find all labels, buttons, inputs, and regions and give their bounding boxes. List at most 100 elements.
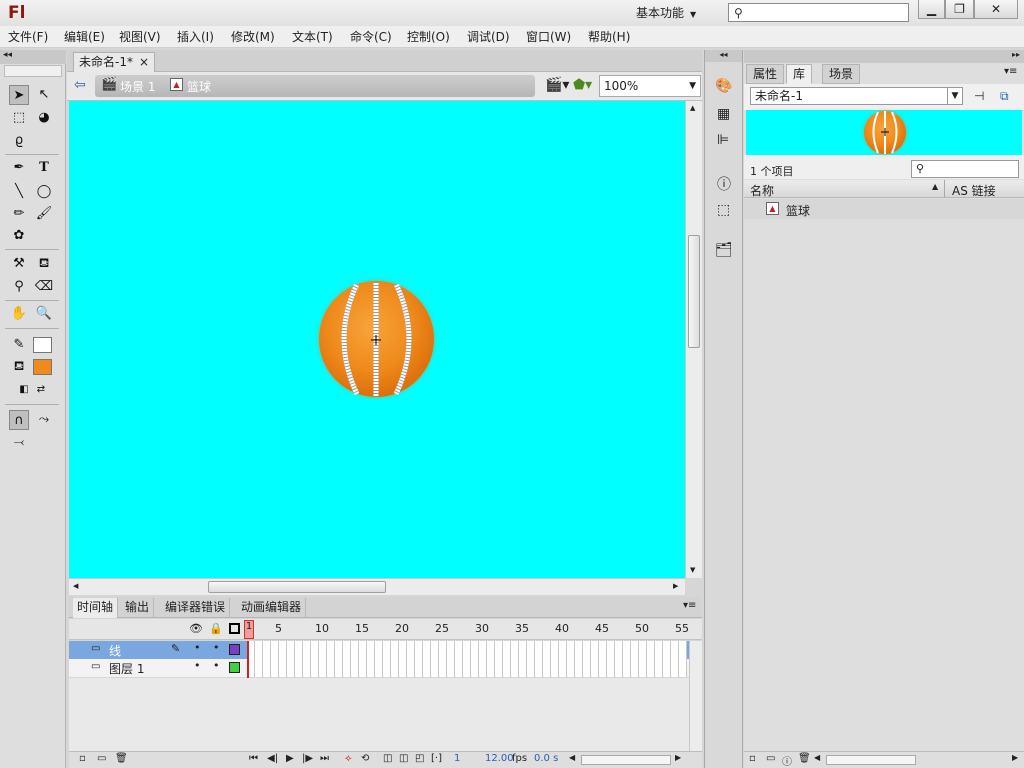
minimize-button[interactable]: ▁ [918,0,945,19]
play-icon[interactable]: ▶ [286,753,294,764]
close-tab-icon[interactable]: × [139,53,149,71]
visible-dot[interactable]: • [194,641,201,654]
document-tab[interactable]: 未命名-1* × [73,52,155,72]
collapse-panel-icon[interactable]: ▸▸ [744,50,1024,63]
layer-name[interactable]: 图层 1 [109,660,144,677]
goto-first-frame-icon[interactable]: ⏮ [249,753,258,764]
oval-tool-icon[interactable]: ◯ [34,182,54,202]
fps-readout[interactable]: 12.00 [485,753,514,764]
visible-dot[interactable]: • [194,659,201,672]
timeline-frames[interactable] [247,641,687,677]
breadcrumb-symbol[interactable]: 篮球 [187,78,211,95]
pen-tool-icon[interactable]: ✒ [9,158,29,178]
menu-window[interactable]: 窗口(W) [526,28,571,45]
scroll-down-icon[interactable]: ▼ [690,566,695,574]
timeline-horizontal-scroll-thumb[interactable] [581,755,671,765]
paint-bucket-tool-icon[interactable]: ⛾ [34,254,54,274]
smooth-icon[interactable]: ⤳ [34,410,54,430]
playhead[interactable]: 1 [244,620,254,639]
new-folder-icon[interactable]: ▭ [766,753,775,764]
tab-scene[interactable]: 场景 [822,64,861,84]
lock-dot[interactable]: • [213,659,220,672]
stage-horizontal-scrollbar[interactable]: ◀ ▶ [69,578,685,595]
center-frame-icon[interactable]: ⟡ [345,753,352,764]
edit-symbols-icon[interactable]: ⬟▾ [573,77,592,93]
workspace-switcher[interactable]: 基本功能 ▼ [636,4,696,21]
new-layer-icon[interactable]: ▫ [79,753,86,764]
menu-file[interactable]: 文件(F) [8,28,48,45]
scroll-left-icon[interactable]: ◀ [814,753,820,762]
panel-menu-icon[interactable]: ▾≡ [683,600,696,611]
collapse-tools-icon[interactable]: ◂◂ [0,50,66,64]
timeline-vertical-scrollbar[interactable] [689,641,702,751]
snap-to-objects-icon[interactable]: ∩ [9,410,29,430]
basketball-lines[interactable] [319,281,434,397]
scroll-up-icon[interactable]: ▲ [690,104,695,112]
stroke-color-swatch[interactable] [33,337,52,353]
deco-tool-icon[interactable]: ✿ [9,226,29,246]
eyedropper-tool-icon[interactable]: ⚲ [9,277,29,297]
loop-icon[interactable]: ⟲ [361,753,369,764]
library-scroll-thumb[interactable] [826,755,916,765]
tab-compiler-errors[interactable]: 编译器错误 [161,598,231,618]
horizontal-scroll-thumb[interactable] [208,581,386,593]
step-back-icon[interactable]: ◀| [267,753,278,764]
sort-icon[interactable]: ▲ [932,182,938,191]
scroll-right-icon[interactable]: ▶ [675,753,681,762]
line-tool-icon[interactable]: ╲ [9,182,29,202]
close-window-button[interactable]: ✕ [974,0,1018,19]
fill-color-swatch[interactable] [33,359,52,375]
tab-library[interactable]: 库 [786,64,813,84]
menu-insert[interactable]: 插入(I) [177,28,214,45]
scroll-left-icon[interactable]: ◀ [569,753,575,762]
stage-canvas[interactable] [69,101,685,579]
scroll-right-icon[interactable]: ▶ [1012,753,1018,762]
back-arrow-icon[interactable]: ⇦ [74,77,86,93]
tab-timeline[interactable]: 时间轴 [73,598,119,618]
library-document-select[interactable]: 未命名-1 ▼ [750,87,963,105]
delete-layer-icon[interactable]: 🗑 [115,753,128,764]
menu-help[interactable]: 帮助(H) [588,28,630,45]
menu-control[interactable]: 控制(O) [407,28,450,45]
menu-modify[interactable]: 修改(M) [231,28,275,45]
subselection-tool-icon[interactable]: ↖ [34,85,54,105]
panel-menu-icon[interactable]: ▾≡ [1004,66,1017,77]
edit-scene-icon[interactable]: 🎬▾ [545,77,569,93]
scroll-left-icon[interactable]: ◀ [73,582,78,590]
tab-motion-editor[interactable]: 动画编辑器 [237,598,307,618]
3d-rotation-tool-icon[interactable]: ◕ [34,108,54,128]
goto-last-frame-icon[interactable]: ⏭ [320,753,329,764]
components-panel-icon[interactable]: 🗂 [715,242,733,258]
bone-tool-icon[interactable]: ⚒ [9,254,29,274]
swatches-panel-icon[interactable]: ▦ [717,106,730,122]
outline-icon[interactable] [229,623,240,634]
restore-button[interactable]: ❐ [945,0,974,19]
text-tool-icon[interactable]: T [34,158,54,178]
onion-outlines-icon[interactable]: ◫ [399,753,408,764]
align-panel-icon[interactable]: ⊫ [717,132,729,148]
layer-outline-color[interactable] [229,662,240,673]
library-item[interactable]: ▲ 篮球 [744,199,1024,219]
transform-panel-icon[interactable]: ⬚ [717,202,730,218]
info-panel-icon[interactable]: ⓘ [717,174,731,194]
selection-tool-icon[interactable]: ➤ [9,85,29,105]
menu-commands[interactable]: 命令(C) [350,28,392,45]
onion-skin-icon[interactable]: ◫ [383,753,392,764]
lock-dot[interactable]: • [213,641,220,654]
layer-name[interactable]: 线 [109,642,121,659]
new-folder-icon[interactable]: ▭ [97,753,106,764]
tab-output[interactable]: 输出 [121,598,155,618]
layer-outline-color[interactable] [229,644,240,655]
delete-icon[interactable]: 🗑 [798,753,811,764]
help-search-input[interactable]: ⚲ [728,3,909,22]
library-search-input[interactable]: ⚲ [911,160,1019,178]
menu-debug[interactable]: 调试(D) [467,28,510,45]
menu-edit[interactable]: 编辑(E) [64,28,105,45]
straighten-icon[interactable]: ⤙ [9,433,29,453]
color-panel-icon[interactable]: 🎨 [715,78,732,94]
menu-text[interactable]: 文本(T) [292,28,333,45]
breadcrumb-scene[interactable]: 场景 1 [120,78,155,95]
new-symbol-icon[interactable]: ▫ [749,753,756,764]
stage-vertical-scrollbar[interactable]: ▲ ▼ [685,101,702,578]
free-transform-tool-icon[interactable]: ⬚ [9,108,29,128]
